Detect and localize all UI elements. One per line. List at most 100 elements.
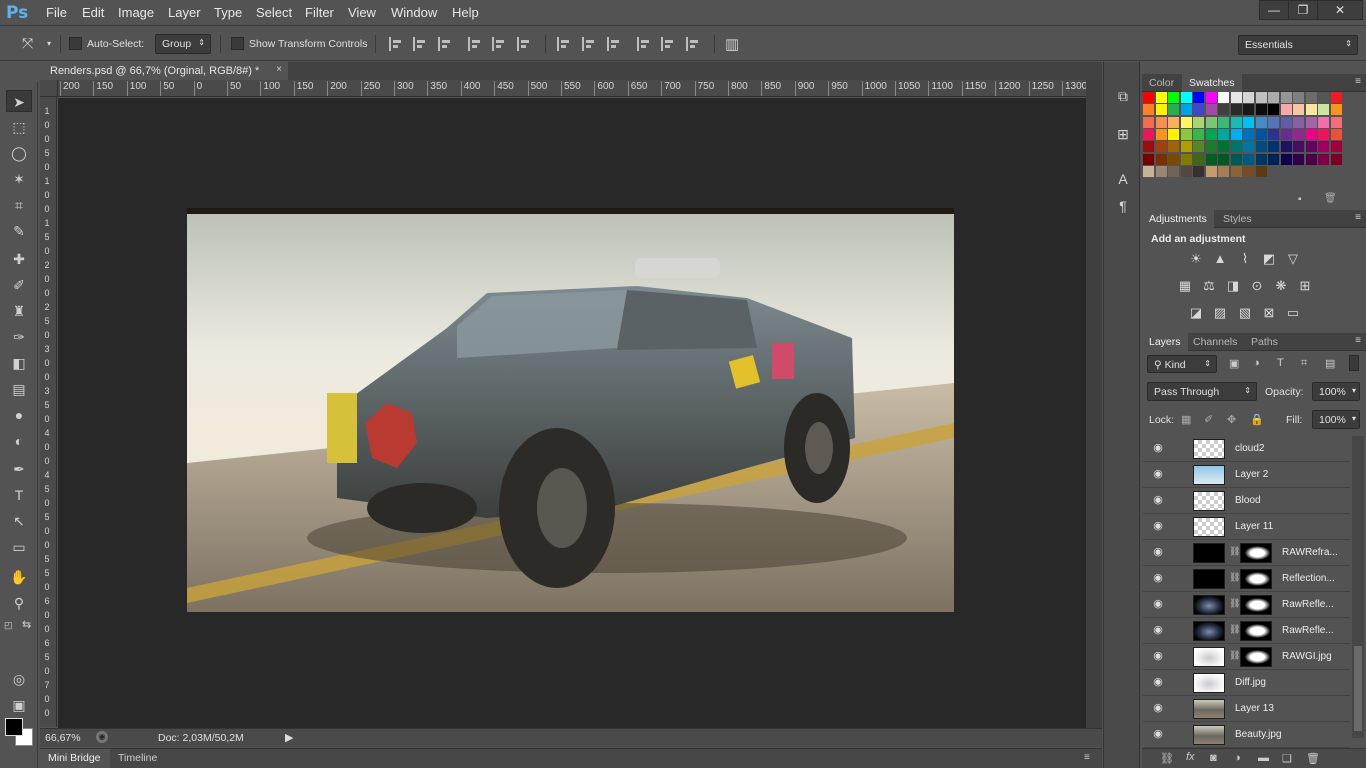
panel-menu-icon[interactable]: ≡	[1084, 752, 1090, 763]
filter-adjustment-icon[interactable]: ◑	[1253, 357, 1260, 369]
color-swatch[interactable]	[1168, 116, 1179, 128]
color-swatch[interactable]	[1155, 141, 1167, 153]
color-swatch[interactable]	[1280, 141, 1292, 153]
character-panel-icon[interactable]: A	[1113, 169, 1133, 189]
layer-row[interactable]: ◉ Layer 2	[1143, 462, 1350, 488]
lock-all-icon[interactable]: 🔒	[1250, 413, 1264, 426]
black-white-icon[interactable]: ◨	[1225, 278, 1241, 294]
color-swatch[interactable]	[1330, 128, 1342, 140]
restore-button[interactable]: ❐	[1288, 0, 1318, 20]
color-swatch[interactable]	[1268, 116, 1279, 128]
color-swatch[interactable]	[1180, 116, 1192, 128]
color-swatch[interactable]	[1255, 128, 1267, 140]
color-swatch[interactable]	[1293, 116, 1304, 128]
color-swatch[interactable]	[1305, 92, 1317, 103]
color-swatch[interactable]	[1243, 153, 1254, 165]
delete-layer-icon[interactable]: 🗑	[1306, 752, 1320, 765]
exposure-icon[interactable]: ◩	[1261, 251, 1277, 267]
color-swatch[interactable]	[1205, 141, 1217, 153]
dodge-tool-icon[interactable]: ◐	[6, 430, 32, 452]
visibility-eye-icon[interactable]: ◉	[1151, 649, 1165, 663]
color-swatch[interactable]	[1180, 153, 1192, 165]
properties-panel-icon[interactable]: ⊞	[1113, 124, 1133, 144]
eyedropper-icon[interactable]: ✎	[6, 220, 32, 242]
menu-help[interactable]: Help	[452, 5, 479, 20]
gradient-map-icon[interactable]: ▭	[1285, 305, 1301, 321]
align-right-icon[interactable]	[517, 37, 531, 51]
lock-image-icon[interactable]: ✐	[1204, 413, 1213, 426]
blur-tool-icon[interactable]: ●	[6, 404, 32, 426]
menu-select[interactable]: Select	[256, 5, 292, 20]
panel-menu-icon[interactable]: ≡	[1355, 335, 1361, 346]
color-swatch[interactable]	[1230, 153, 1242, 165]
photo-filter-icon[interactable]: ⊙	[1249, 278, 1265, 294]
color-swatch[interactable]	[1180, 141, 1192, 153]
mask-link-icon[interactable]: ⛓	[1229, 650, 1240, 661]
filter-shape-icon[interactable]: ⌗	[1301, 357, 1307, 370]
color-swatch[interactable]	[1193, 116, 1204, 128]
brightness-contrast-icon[interactable]: ☀	[1188, 251, 1204, 267]
blend-mode-dropdown[interactable]: Pass Through ⇕	[1147, 382, 1257, 401]
color-swatch[interactable]	[1180, 165, 1192, 177]
auto-select-dropdown[interactable]: Group ⇕	[155, 34, 211, 54]
new-layer-icon[interactable]: ❏	[1282, 752, 1292, 765]
tab-swatches[interactable]: Swatches	[1182, 74, 1242, 92]
healing-brush-icon[interactable]: ✚	[6, 248, 32, 270]
color-swatch[interactable]	[1205, 128, 1217, 140]
color-swatch[interactable]	[1293, 104, 1304, 116]
zoom-level[interactable]: 66,67%	[45, 732, 81, 744]
visibility-eye-icon[interactable]: ◉	[1151, 727, 1165, 741]
layer-row[interactable]: ◉ ⛓ RAWGI.jpg	[1143, 644, 1350, 670]
filter-type-icon[interactable]: T	[1277, 357, 1284, 369]
menu-filter[interactable]: Filter	[305, 5, 334, 20]
visibility-eye-icon[interactable]: ◉	[1151, 571, 1165, 585]
menu-file[interactable]: File	[46, 5, 67, 20]
foreground-color-swatch[interactable]	[5, 718, 23, 736]
color-swatch[interactable]	[1330, 141, 1342, 153]
color-swatch[interactable]	[1330, 104, 1342, 116]
color-swatch[interactable]	[1143, 92, 1154, 103]
lock-position-icon[interactable]: ✥	[1227, 413, 1236, 426]
history-brush-icon[interactable]: ✑	[6, 326, 32, 348]
visibility-eye-icon[interactable]: ◉	[1151, 441, 1165, 455]
tab-channels[interactable]: Channels	[1186, 333, 1244, 351]
menu-type[interactable]: Type	[214, 5, 242, 20]
distribute-left-icon[interactable]	[637, 37, 651, 51]
menu-layer[interactable]: Layer	[168, 5, 201, 20]
layer-row[interactable]: ◉ ⛓ Reflection...	[1143, 566, 1350, 592]
new-adjustment-layer-icon[interactable]: ◑	[1234, 752, 1241, 764]
color-swatch[interactable]	[1243, 104, 1254, 116]
color-swatch[interactable]	[1143, 128, 1154, 140]
document-image[interactable]	[187, 208, 954, 612]
color-swatch[interactable]	[1318, 141, 1329, 153]
color-swatch[interactable]	[1193, 141, 1204, 153]
align-hcenter-icon[interactable]	[492, 37, 506, 51]
tab-timeline[interactable]: Timeline	[118, 752, 157, 764]
vibrance-icon[interactable]: ▽	[1285, 251, 1301, 267]
curves-icon[interactable]: ⌇	[1237, 251, 1253, 267]
color-swatch[interactable]	[1318, 116, 1329, 128]
lock-transparent-icon[interactable]: ▦	[1181, 413, 1191, 426]
color-swatch[interactable]	[1143, 116, 1154, 128]
channel-mixer-icon[interactable]: ❋	[1273, 278, 1289, 294]
layer-row[interactable]: ◉ ⛓ RawRefle...	[1143, 592, 1350, 618]
horizontal-ruler[interactable]: 200 150 100 50 0 50 100 150 200 250 300 350 400 450 50…	[58, 80, 1086, 97]
color-swatch[interactable]	[1230, 92, 1242, 103]
opacity-field[interactable]: 100% ▾	[1312, 382, 1360, 401]
color-swatch[interactable]	[1293, 141, 1304, 153]
paragraph-panel-icon[interactable]: ¶	[1113, 196, 1133, 216]
color-swatch[interactable]	[1280, 116, 1292, 128]
color-swatch[interactable]	[1180, 92, 1192, 103]
color-swatch[interactable]	[1280, 104, 1292, 116]
color-swatch[interactable]	[1230, 165, 1242, 177]
color-swatch[interactable]	[1168, 153, 1179, 165]
color-swatch[interactable]	[1193, 104, 1204, 116]
minimize-button[interactable]: —	[1259, 0, 1289, 20]
selective-color-icon[interactable]: ⊠	[1261, 305, 1277, 321]
color-balance-icon[interactable]: ⚖	[1201, 278, 1217, 294]
color-swatch[interactable]	[1255, 116, 1267, 128]
color-swatch[interactable]	[1205, 165, 1217, 177]
screen-mode-icon[interactable]: ▣	[6, 694, 32, 716]
distribute-bottom-icon[interactable]	[607, 37, 621, 51]
color-swatch[interactable]	[1305, 116, 1317, 128]
